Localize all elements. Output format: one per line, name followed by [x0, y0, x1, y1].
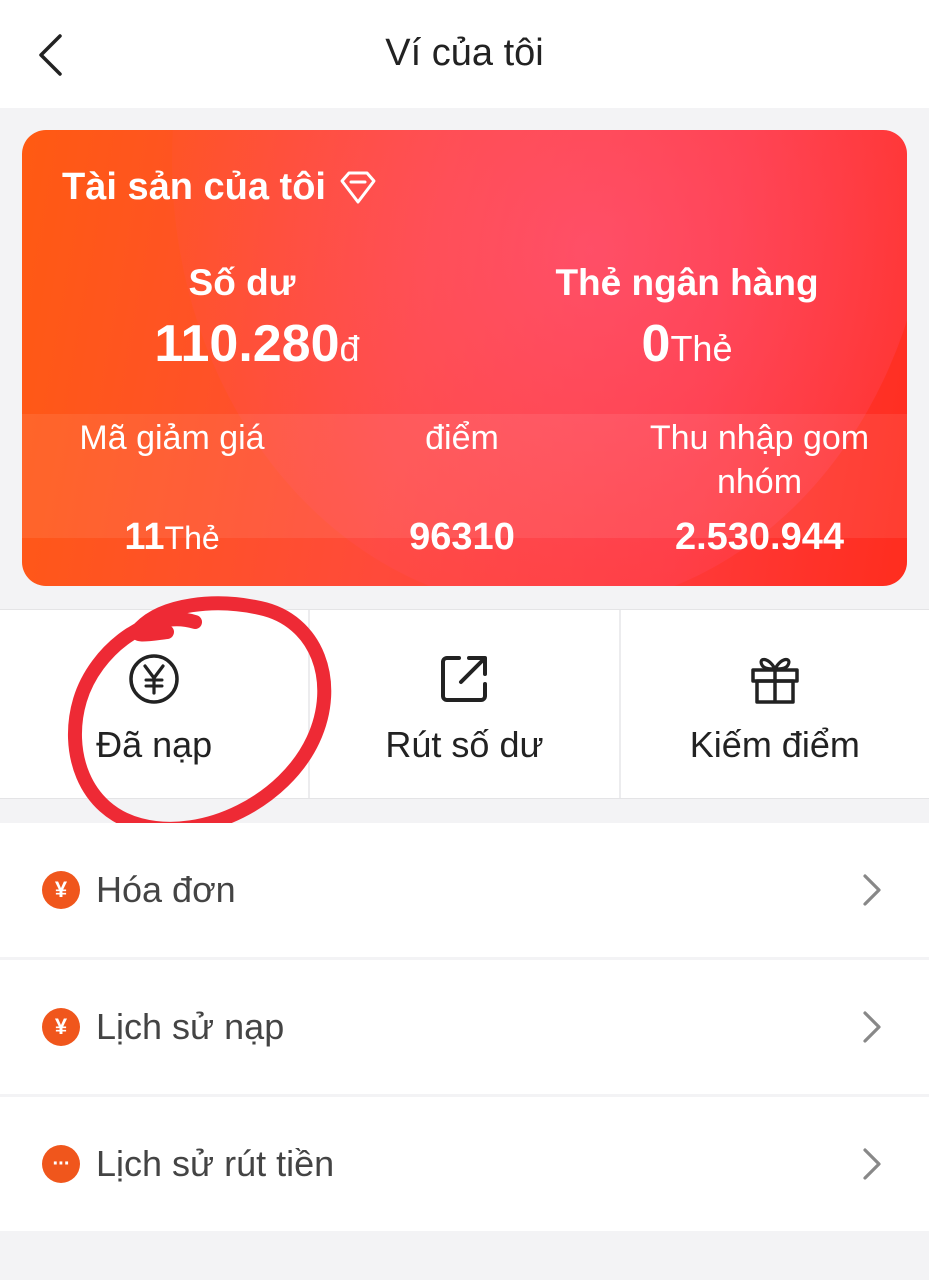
- vouchers-label: Mã giảm giá: [79, 419, 265, 457]
- earn-points-label: Kiếm điểm: [689, 724, 860, 765]
- top-bar: Ví của tôi: [0, 0, 929, 108]
- external-link-icon: [441, 656, 488, 702]
- chevron-right-icon: [863, 874, 881, 906]
- assets-card: Tài sản của tôi Số dư 110.280đ Thẻ ngân …: [22, 130, 907, 586]
- page-title: Ví của tôi: [385, 32, 544, 74]
- gift-icon: [751, 657, 799, 704]
- deposit-history-label: Lịch sử nạp: [96, 1006, 285, 1047]
- deposit-history-item[interactable]: ¥ Lịch sử nạp: [0, 960, 929, 1094]
- invoice-item[interactable]: ¥ Hóa đơn: [0, 823, 929, 957]
- bank-cards-label: Thẻ ngân hàng: [555, 262, 819, 303]
- deposited-label: Đã nạp: [96, 724, 213, 765]
- earn-points-button[interactable]: Kiếm điểm: [618, 610, 929, 798]
- yen-badge-icon: ¥: [42, 1008, 80, 1046]
- withdrawal-history-label: Lịch sử rút tiền: [96, 1143, 335, 1184]
- diamond-icon: [340, 171, 376, 203]
- balance-amount: 110.280: [154, 315, 340, 373]
- balance-unit: đ: [339, 328, 360, 369]
- yen-badge-icon: ¥: [42, 871, 80, 909]
- withdraw-balance-button[interactable]: Rút số dư: [308, 610, 618, 798]
- chevron-right-icon: [863, 1011, 881, 1043]
- yen-circle-icon: [129, 654, 179, 704]
- assets-title: Tài sản của tôi: [62, 166, 378, 209]
- points-label: điểm: [425, 419, 499, 457]
- vouchers-count: 11: [124, 516, 165, 558]
- bank-cards-value[interactable]: 0Thẻ: [562, 314, 812, 374]
- withdrawal-history-item[interactable]: ··· Lịch sử rút tiền: [0, 1097, 929, 1231]
- invoice-label: Hóa đơn: [96, 869, 236, 910]
- balance-value[interactable]: 110.280đ: [92, 314, 422, 374]
- balance-label: Số dư: [188, 262, 296, 303]
- withdraw-balance-label: Rút số dư: [385, 724, 544, 765]
- more-dots-icon: ···: [42, 1145, 80, 1183]
- bank-cards-count: 0: [641, 315, 671, 373]
- points-value[interactable]: 96310: [362, 516, 562, 559]
- vouchers-unit: Thẻ: [164, 520, 220, 556]
- deposited-button[interactable]: Đã nạp: [0, 610, 308, 798]
- bank-cards-unit: Thẻ: [670, 328, 733, 369]
- assets-title-text: Tài sản của tôi: [62, 166, 326, 208]
- group-income-value[interactable]: 2.530.944: [622, 516, 897, 559]
- vouchers-value[interactable]: 11Thẻ: [62, 516, 282, 559]
- group-income-label: Thu nhập gom nhóm: [649, 419, 870, 501]
- chevron-right-icon: [863, 1148, 881, 1180]
- actions-row: Đã nạp Rút số dư Kiếm điểm: [0, 609, 929, 799]
